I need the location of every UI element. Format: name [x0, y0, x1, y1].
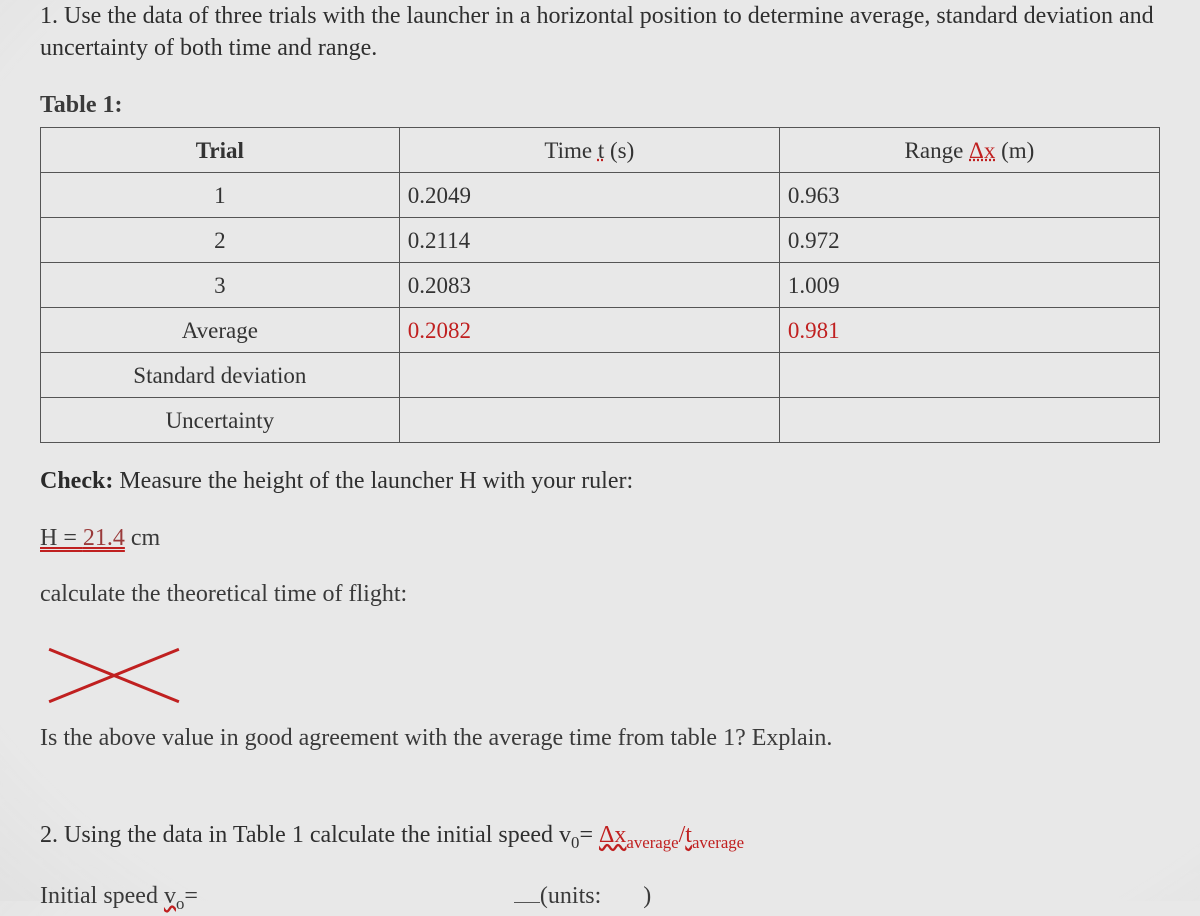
cell-time [399, 353, 779, 398]
cell-trial: 2 [41, 218, 400, 263]
cell-trial: Uncertainty [41, 398, 400, 443]
cell-trial: Standard deviation [41, 353, 400, 398]
table-row: 1 0.2049 0.963 [41, 173, 1160, 218]
table-row-average: Average 0.2082 0.981 [41, 308, 1160, 353]
question-2-text: 2. Using the data in Table 1 calculate t… [40, 819, 1160, 854]
cell-range: 0.963 [779, 173, 1159, 218]
cell-range [779, 353, 1159, 398]
question-1-text: 1. Use the data of three trials with the… [40, 0, 1160, 65]
cell-time: 0.2049 [399, 173, 779, 218]
cell-trial: 1 [41, 173, 400, 218]
col-range-header: Range Δx (m) [779, 128, 1159, 173]
cell-range: 0.972 [779, 218, 1159, 263]
calc-time-line: calculate the theoretical time of flight… [40, 578, 1160, 610]
table-row: 2 0.2114 0.972 [41, 218, 1160, 263]
cell-range [779, 398, 1159, 443]
cell-range: 1.009 [779, 263, 1159, 308]
height-value-line: H = 21.4 cm [40, 522, 1160, 554]
cell-time: 0.2082 [399, 308, 779, 353]
col-trial-header: Trial [41, 128, 400, 173]
red-x-mark-icon [44, 634, 184, 714]
units-blank [514, 878, 540, 903]
cell-time: 0.2114 [399, 218, 779, 263]
table-row: 3 0.2083 1.009 [41, 263, 1160, 308]
cell-time: 0.2083 [399, 263, 779, 308]
cell-trial: Average [41, 308, 400, 353]
col-time-header: Time t (s) [399, 128, 779, 173]
table-row-stddev: Standard deviation [41, 353, 1160, 398]
check-line: Check: Measure the height of the launche… [40, 465, 1160, 497]
agreement-question: Is the above value in good agreement wit… [40, 722, 1160, 754]
table-1-label: Table 1: [40, 89, 1160, 121]
cell-trial: 3 [41, 263, 400, 308]
data-table: Trial Time t (s) Range Δx (m) 1 0.2049 0… [40, 127, 1160, 443]
cell-range: 0.981 [779, 308, 1159, 353]
table-row-uncertainty: Uncertainty [41, 398, 1160, 443]
cell-time [399, 398, 779, 443]
initial-speed-line: Initial speed vo= (units: ) [40, 878, 1160, 915]
